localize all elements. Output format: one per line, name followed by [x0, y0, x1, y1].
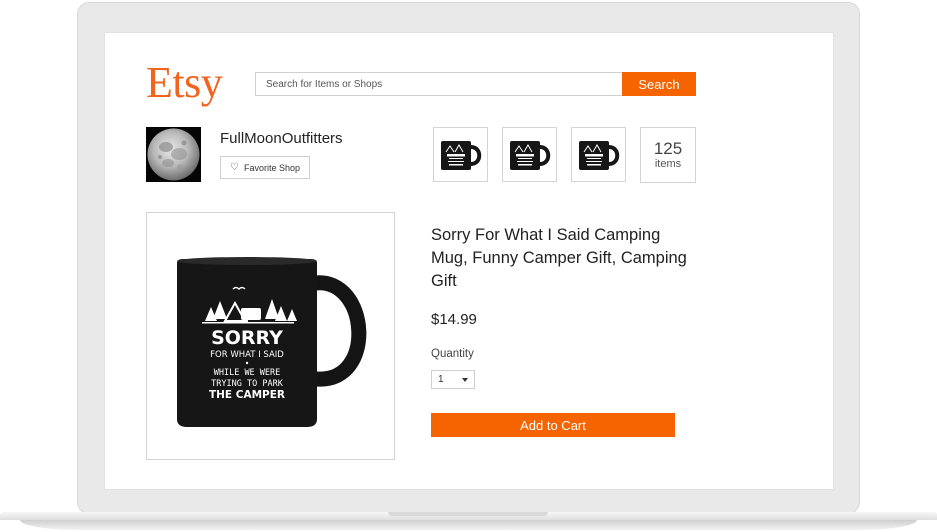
- laptop-base-bottom: [20, 520, 917, 530]
- mug-text-line4: TRYING TO PARK: [211, 379, 284, 389]
- shop-item-thumbnail[interactable]: [502, 127, 557, 182]
- heart-icon: ♡: [230, 162, 239, 173]
- search-input[interactable]: [255, 72, 622, 96]
- laptop-base: [0, 512, 937, 532]
- search-button[interactable]: Search: [622, 72, 696, 96]
- mug-text-line2: FOR WHAT I SAID: [210, 350, 284, 360]
- mug-thumbnail-image: [509, 140, 550, 170]
- favorite-shop-button[interactable]: ♡ Favorite Shop: [220, 156, 310, 179]
- items-count-value: 125: [653, 139, 683, 158]
- quantity-select[interactable]: 1: [431, 370, 475, 389]
- mug-product-image: SORRY FOR WHAT I SAID WHILE WE WERE TRYI…: [177, 257, 367, 427]
- shop-item-thumbnail[interactable]: [433, 127, 488, 182]
- laptop-base-notch: [388, 512, 548, 516]
- quantity-value: 1: [438, 374, 444, 385]
- favorite-shop-label: Favorite Shop: [243, 162, 300, 173]
- quantity-label: Quantity: [431, 348, 474, 360]
- product-image[interactable]: SORRY FOR WHAT I SAID WHILE WE WERE TRYI…: [146, 212, 395, 460]
- etsy-logo[interactable]: Etsy: [146, 58, 223, 108]
- mug-thumbnail-image: [578, 140, 619, 170]
- mug-text-line1: SORRY: [211, 327, 283, 349]
- mug-thumbnail-image: [440, 140, 481, 170]
- product-price: $14.99: [431, 311, 477, 328]
- mug-text-line5: THE CAMPER: [209, 389, 285, 401]
- shop-item-thumbnail[interactable]: [571, 127, 626, 182]
- add-to-cart-button[interactable]: Add to Cart: [431, 413, 675, 437]
- moon-avatar-icon: [146, 127, 201, 182]
- shop-name[interactable]: FullMoonOutfitters: [220, 130, 343, 147]
- items-count-label: items: [654, 158, 682, 170]
- shop-avatar[interactable]: [146, 127, 201, 182]
- shop-items-count[interactable]: 125 items: [640, 127, 696, 183]
- product-title: Sorry For What I Said Camping Mug, Funny…: [431, 226, 687, 290]
- mug-text-line3: WHILE WE WERE: [214, 368, 281, 378]
- caret-down-icon: [462, 378, 468, 382]
